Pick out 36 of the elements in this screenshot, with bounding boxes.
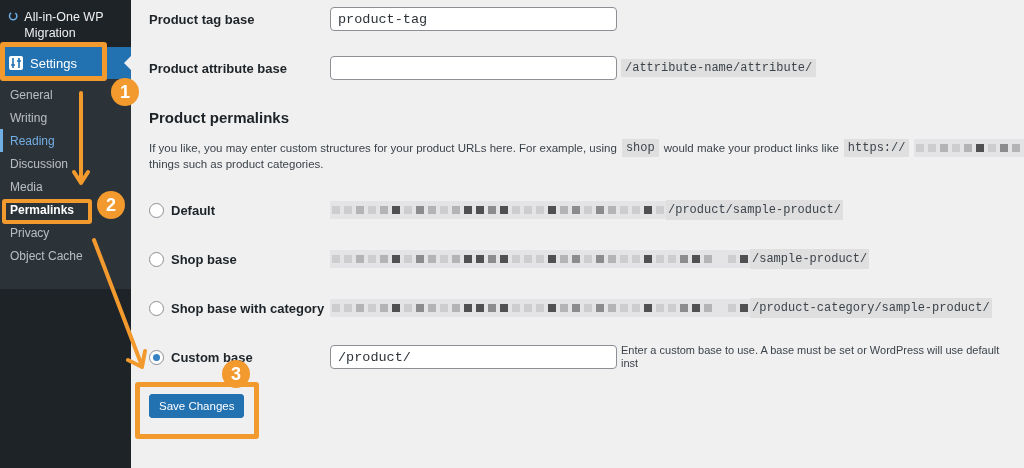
submenu-item[interactable]: Reading — [0, 129, 57, 152]
radio-button[interactable] — [149, 251, 164, 267]
radio-button[interactable] — [149, 202, 164, 218]
radio-button[interactable] — [149, 300, 164, 316]
submenu-item[interactable]: Object Cache — [0, 244, 85, 267]
option-label: Default — [171, 202, 216, 218]
section-heading: Product permalinks — [149, 109, 291, 126]
step-number: 1 — [111, 78, 139, 106]
menu-item[interactable]: All-in-One WP Migration — [24, 9, 123, 41]
submenu-item[interactable]: Privacy — [0, 221, 52, 244]
description-text: would make your product links like — [663, 142, 839, 154]
option-label: Shop base — [171, 251, 237, 267]
text-field[interactable]: product-tag — [330, 7, 617, 31]
option-label: Shop base with category — [171, 300, 325, 316]
inline-code: shop — [621, 139, 659, 157]
inline-code: https:// — [843, 139, 910, 157]
submenu-item[interactable]: Permalinks — [0, 198, 77, 221]
field-label: Product attribute base — [149, 60, 288, 76]
submenu-item[interactable]: Writing — [0, 106, 50, 129]
text-field[interactable] — [330, 56, 617, 80]
suffix-code: /attribute-name/attribute/ — [621, 59, 817, 77]
submenu-item[interactable]: Discussion — [0, 152, 71, 175]
plugin-icon — [8, 9, 19, 23]
url-code: /product-category/sample-product/ — [750, 298, 992, 318]
url-code: /product/sample-product/ — [666, 200, 843, 220]
submenu-item[interactable]: General — [0, 83, 55, 106]
save-button[interactable]: Save Changes — [149, 394, 245, 418]
hint-text: Enter a custom base to use. A base must be set or WordPress will use default inst — [621, 344, 1001, 370]
text-field[interactable]: /product/ — [330, 345, 617, 369]
field-label: Product tag base — [149, 11, 256, 27]
sliders-icon — [9, 56, 23, 70]
url-code: /sample-product/ — [750, 249, 870, 269]
description-text: things such as product categories. — [149, 158, 324, 170]
description-text: If you like, you may enter custom structures for your product URLs here. For example, using — [149, 142, 617, 154]
radio-button[interactable] — [149, 349, 164, 365]
submenu-item[interactable]: Media — [0, 175, 45, 198]
